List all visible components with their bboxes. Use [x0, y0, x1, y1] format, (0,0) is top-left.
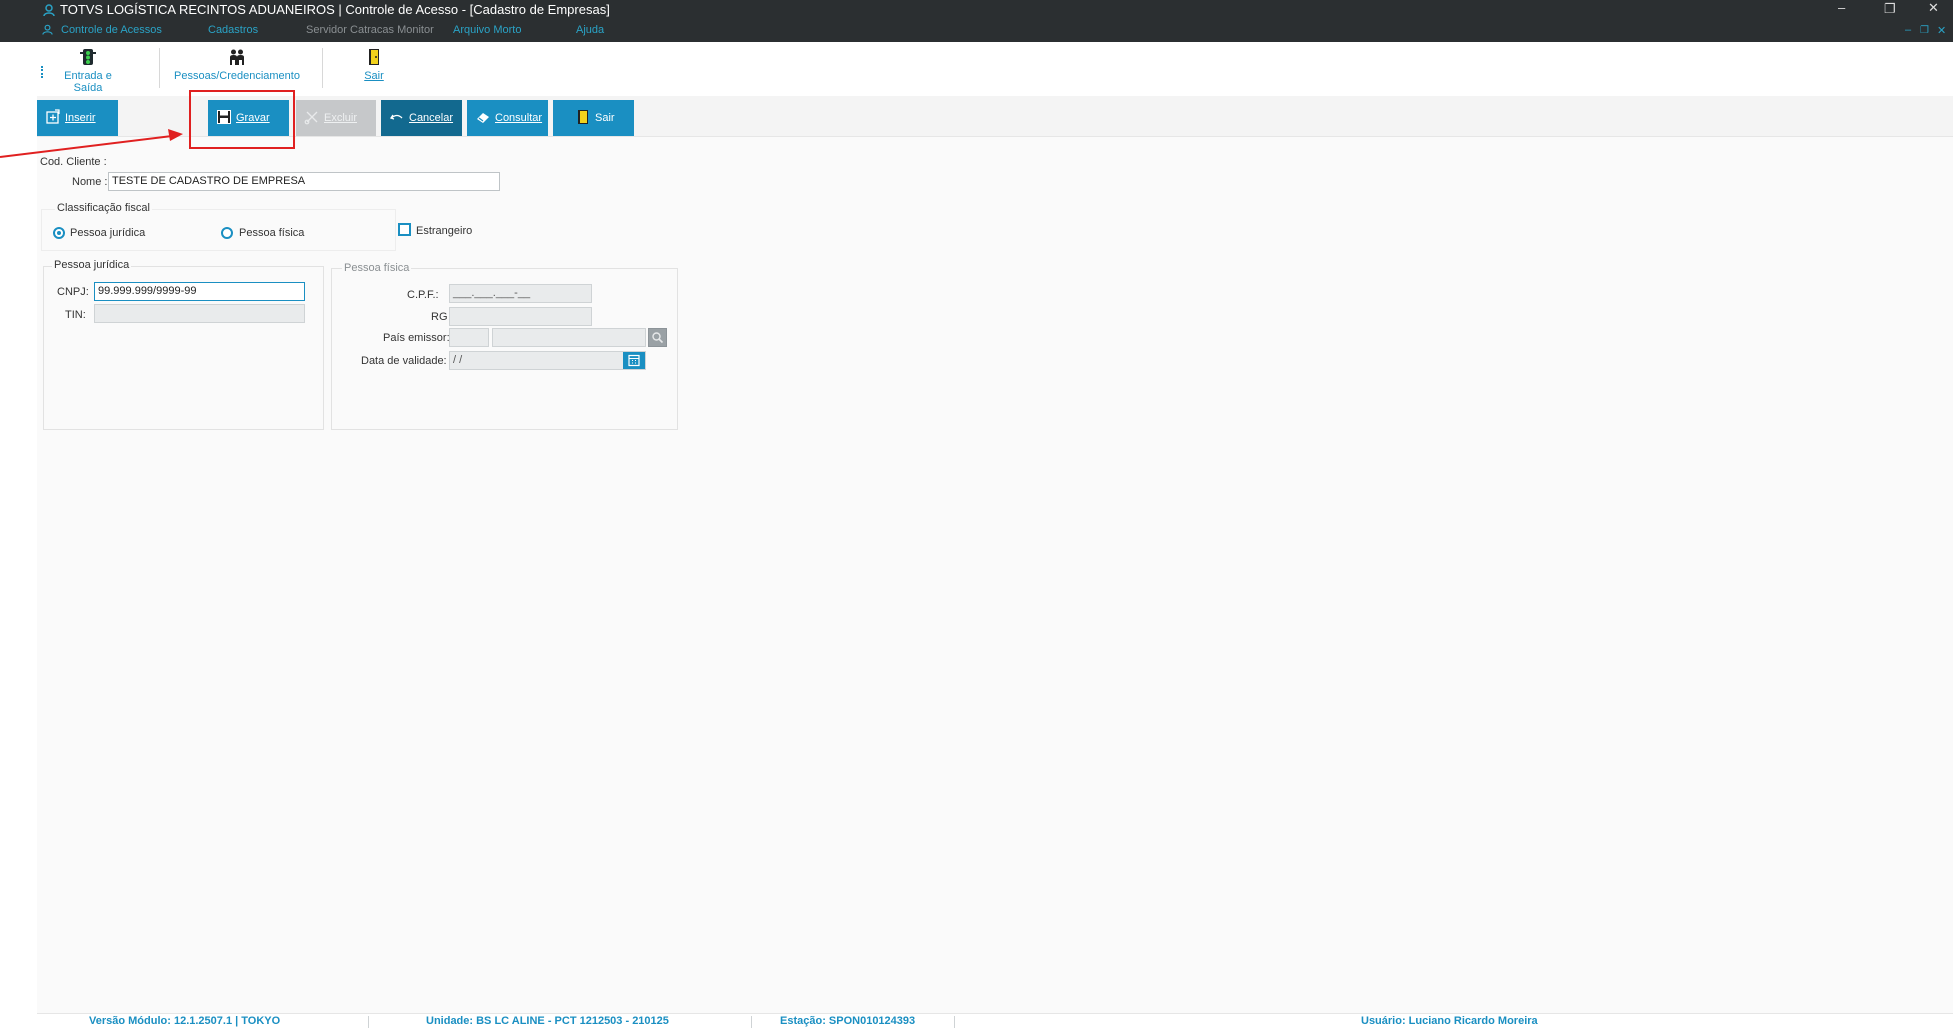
- toolbar-grip[interactable]: [41, 66, 46, 78]
- pessoa-juridica-option-label[interactable]: Pessoa jurídica: [70, 227, 145, 239]
- cnpj-label: CNPJ:: [57, 286, 89, 298]
- calendar-button[interactable]: [623, 352, 645, 369]
- user-icon: [42, 24, 53, 35]
- menu-item-ajuda[interactable]: Ajuda: [576, 24, 604, 36]
- cnpj-input[interactable]: 99.999.999/9999-99: [94, 282, 305, 301]
- cancelar-button[interactable]: Cancelar: [381, 100, 462, 136]
- left-margin: [0, 42, 37, 1028]
- cancelar-label: Cancelar: [409, 112, 454, 124]
- estrangeiro-checkbox[interactable]: [398, 223, 411, 236]
- status-divider: [751, 1016, 752, 1028]
- cpf-input[interactable]: ___.___.___-__: [449, 284, 592, 303]
- data-validade-input[interactable]: / /: [449, 351, 646, 370]
- sair-toolbar-button[interactable]: Sair: [359, 48, 389, 82]
- user-icon: [43, 4, 55, 17]
- tin-label: TIN:: [65, 309, 86, 321]
- pessoas-label: Pessoas/Credenciamento: [174, 70, 300, 82]
- pais-emissor-label: País emissor:: [383, 332, 450, 344]
- rg-label: RG: [431, 311, 448, 323]
- eraser-icon: [477, 113, 489, 124]
- pessoa-fisica-option-label[interactable]: Pessoa física: [239, 227, 304, 239]
- pessoa-juridica-group-title: Pessoa jurídica: [52, 259, 132, 271]
- consultar-button[interactable]: Consultar: [467, 100, 548, 136]
- menu-item-arquivo-morto[interactable]: Arquivo Morto: [453, 24, 521, 36]
- estacao-status: Estação: SPON010124393: [780, 1015, 916, 1027]
- sair-toolbar-label: Sair: [364, 70, 384, 82]
- exit-door-icon: [369, 49, 379, 65]
- menu-item-servidor-catracas[interactable]: Servidor Catracas Monitor: [306, 24, 434, 36]
- inserir-button[interactable]: Inserir: [37, 100, 118, 136]
- pais-search-button[interactable]: [648, 328, 667, 347]
- mdi-close-button[interactable]: ✕: [1937, 24, 1946, 37]
- inserir-label: Inserir: [65, 112, 96, 124]
- data-validade-label: Data de validade:: [361, 355, 447, 367]
- restore-button[interactable]: ❐: [1884, 1, 1896, 17]
- usuario-status: Usuário: Luciano Ricardo Moreira: [1361, 1015, 1538, 1027]
- versao-status: Versão Módulo: 12.1.2507.1 | TOKYO: [89, 1015, 281, 1027]
- toolbar-divider: [322, 48, 323, 88]
- calendar-icon: [628, 354, 640, 367]
- highlight-box: [189, 90, 295, 149]
- tin-input[interactable]: [94, 304, 305, 323]
- scissors-icon: [304, 111, 318, 125]
- menu-item-controle-acessos[interactable]: Controle de Acessos: [61, 24, 162, 36]
- rg-input[interactable]: [449, 307, 592, 326]
- window-title: TOTVS LOGÍSTICA RECINTOS ADUANEIROS | Co…: [60, 2, 610, 17]
- pessoa-fisica-radio[interactable]: [221, 227, 233, 239]
- close-button[interactable]: ✕: [1928, 0, 1939, 16]
- sair-label: Sair: [595, 112, 615, 124]
- sair-button[interactable]: Sair: [553, 100, 634, 136]
- entrada-saida-label: Entrada e Saída: [64, 70, 112, 94]
- excluir-label: Excluir: [324, 112, 358, 124]
- cpf-label: C.P.F.:: [407, 289, 439, 301]
- title-bar: TOTVS LOGÍSTICA RECINTOS ADUANEIROS | Co…: [0, 0, 1953, 42]
- nome-label: Nome :: [72, 176, 108, 188]
- traffic-light-icon: [80, 49, 96, 65]
- people-icon: [229, 49, 244, 65]
- mdi-minimize-button[interactable]: –: [1905, 24, 1911, 36]
- menu-item-cadastros[interactable]: Cadastros: [208, 24, 258, 36]
- entrada-saida-button[interactable]: Entrada e Saída: [50, 48, 126, 94]
- undo-icon: [389, 114, 403, 120]
- toolbar-divider: [159, 48, 160, 88]
- estrangeiro-label[interactable]: Estrangeiro: [416, 225, 472, 237]
- minimize-button[interactable]: –: [1838, 0, 1845, 15]
- pais-emissor-code-input[interactable]: [449, 328, 489, 347]
- module-toolbar: Entrada e Saída Pessoas/Credenciamento S…: [37, 42, 1953, 96]
- exit-door-icon: [578, 110, 588, 125]
- unidade-status: Unidade: BS LC ALINE - PCT 1212503 - 210…: [426, 1015, 669, 1027]
- nome-input[interactable]: TESTE DE CADASTRO DE EMPRESA: [108, 172, 500, 191]
- search-icon: [652, 332, 664, 344]
- main-content: Entrada e Saída Pessoas/Credenciamento S…: [37, 42, 1953, 1028]
- classificacao-fiscal-title: Classificação fiscal: [55, 202, 152, 214]
- consultar-label: Consultar: [495, 112, 543, 124]
- pessoa-fisica-group-title: Pessoa física: [342, 262, 412, 274]
- action-bar: Inserir Gravar Excluir Cancelar Consulta…: [37, 96, 1953, 137]
- excluir-button[interactable]: Excluir: [296, 100, 376, 136]
- pessoas-credenciamento-button[interactable]: Pessoas/Credenciamento: [174, 48, 300, 82]
- pais-emissor-name-input[interactable]: [492, 328, 646, 347]
- status-bar: Versão Módulo: 12.1.2507.1 | TOKYO Unida…: [37, 1013, 1953, 1029]
- status-divider: [368, 1016, 369, 1028]
- mdi-restore-button[interactable]: ❐: [1920, 25, 1929, 36]
- cod-cliente-label: Cod. Cliente :: [40, 156, 107, 168]
- insert-icon: [46, 109, 60, 124]
- status-divider: [954, 1016, 955, 1028]
- pessoa-juridica-radio[interactable]: [53, 227, 65, 239]
